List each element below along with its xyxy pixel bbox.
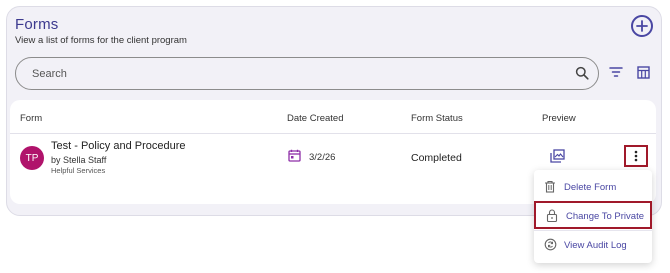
date-created: 3/2/26 [309,152,336,163]
menu-item-label: Delete Form [564,182,617,193]
column-header-preview[interactable]: Preview [542,113,576,124]
filter-icon[interactable] [609,66,623,78]
column-header-form-status[interactable]: Form Status [411,113,463,124]
menu-item-label: View Audit Log [564,240,627,251]
menu-item-change-to-private[interactable]: Change To Private [534,201,652,229]
form-author: by Stella Staff [51,155,107,165]
calendar-icon [288,149,301,162]
row-actions-menu: Delete Form Change To Private View Audit… [534,170,652,263]
form-status: Completed [411,152,462,164]
more-vertical-icon [634,150,638,162]
form-organization: Helpful Services [51,166,106,175]
menu-item-view-audit-log[interactable]: View Audit Log [534,232,652,258]
avatar: TP [20,146,44,170]
audit-log-icon [544,238,557,251]
page-subtitle: View a list of forms for the client prog… [15,35,187,46]
columns-icon[interactable] [637,66,650,79]
lock-icon [546,209,558,222]
row-actions-button[interactable] [624,145,648,167]
form-name[interactable]: Test - Policy and Procedure [51,140,186,152]
table-header-divider [10,133,656,134]
column-header-form[interactable]: Form [20,113,42,124]
page-title: Forms [15,16,59,33]
plus-icon [636,20,648,32]
search-placeholder: Search [32,68,67,80]
preview-icon[interactable] [550,149,565,163]
trash-icon [545,180,555,193]
menu-item-delete-form[interactable]: Delete Form [534,174,652,200]
search-input[interactable]: Search [15,57,599,90]
column-header-date-created[interactable]: Date Created [287,113,344,124]
menu-divider [534,230,652,231]
menu-item-label: Change To Private [566,211,644,222]
add-form-button[interactable] [631,15,653,37]
search-icon[interactable] [575,66,589,80]
